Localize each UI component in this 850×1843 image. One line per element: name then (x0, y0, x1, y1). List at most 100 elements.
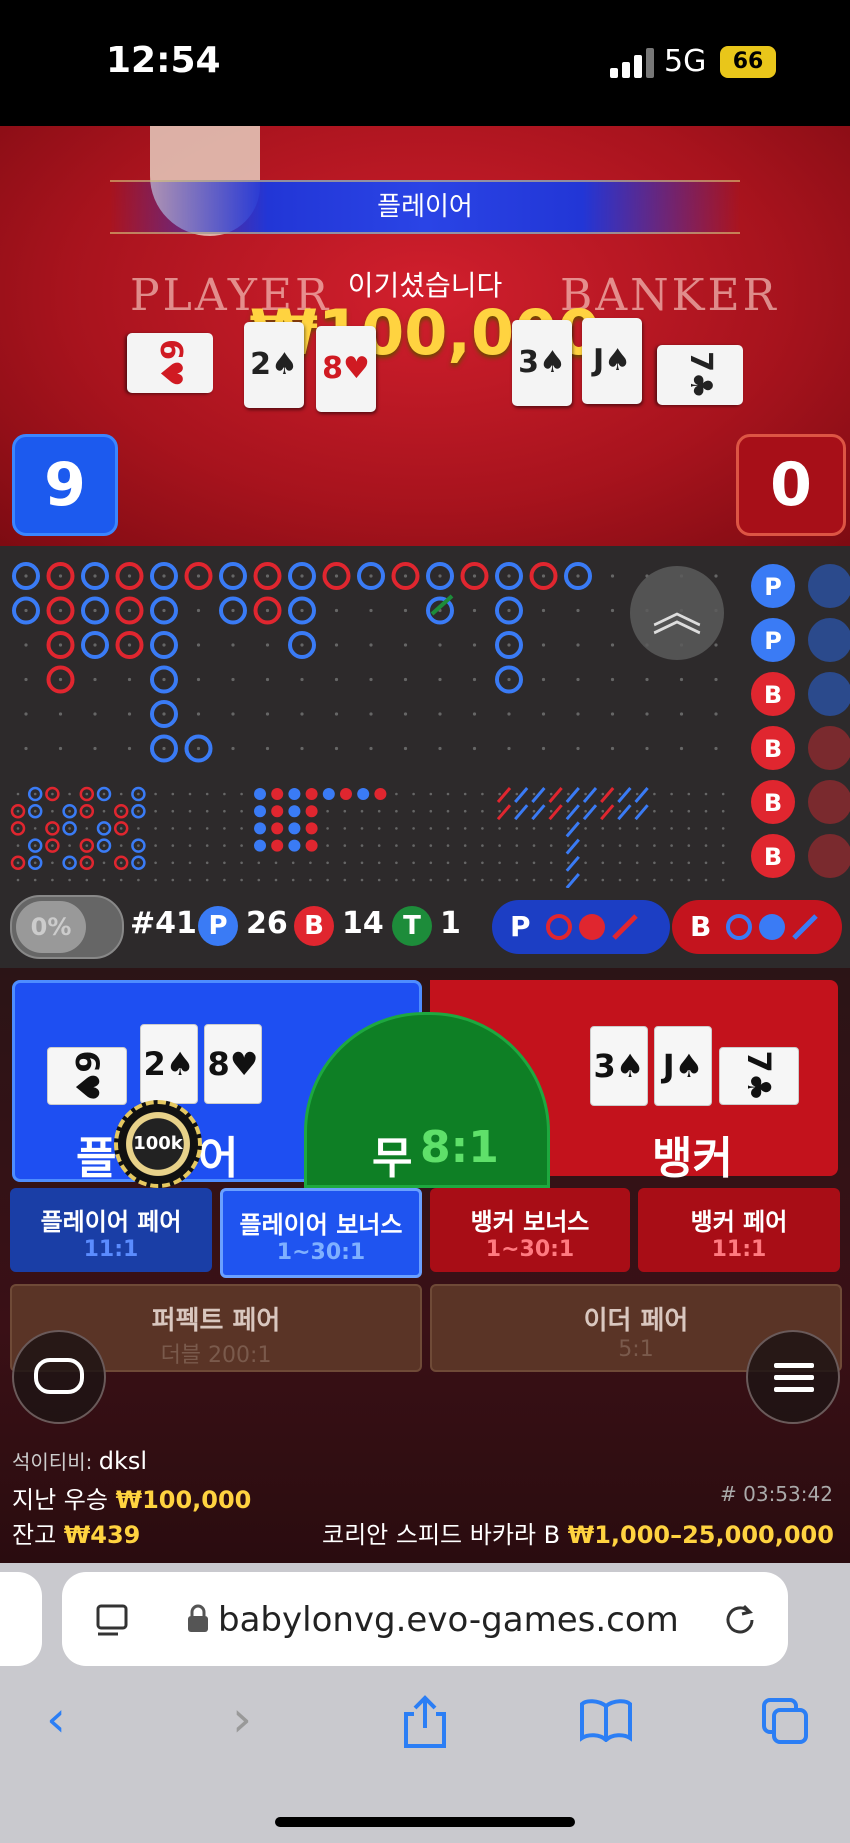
grid-dot (576, 677, 580, 682)
grid-dot (24, 643, 28, 647)
grid-dot (463, 844, 467, 847)
banker-bonus-bet[interactable]: 뱅커 보너스 1~30:1 (430, 1188, 630, 1272)
bead-circle-faded (808, 618, 850, 662)
small-road-mark (305, 822, 318, 835)
balance-amount: ₩439 (63, 1521, 141, 1549)
dealer-info: 석이티비: dksl (12, 1446, 147, 1475)
grid-dot (154, 878, 157, 882)
grid-dot (567, 792, 570, 796)
player-count: 26 (246, 906, 288, 941)
banker-pair-bet[interactable]: 뱅커 페어 11:1 (638, 1188, 840, 1272)
grid-dot (481, 792, 484, 796)
grid-dot (188, 827, 192, 830)
reader-icon[interactable] (96, 1602, 132, 1638)
grid-dot (576, 574, 580, 578)
player-pair-bet[interactable]: 플레이어 페어 11:1 (10, 1188, 212, 1272)
grid-dot (334, 608, 339, 613)
grid-dot (68, 861, 71, 865)
player-bet-label-end: 어 (198, 1133, 239, 1184)
grid-dot (102, 809, 106, 813)
grid-dot (119, 861, 123, 865)
grid-dot (653, 861, 656, 865)
grid-dot (412, 861, 415, 865)
previous-tab[interactable] (0, 1572, 42, 1666)
reload-icon[interactable] (722, 1602, 758, 1638)
grid-dot (334, 712, 339, 716)
grid-dot (369, 677, 373, 682)
grid-dot (429, 809, 433, 813)
grid-dot (300, 677, 304, 682)
grid-dot (472, 746, 477, 751)
small-road-mark (271, 822, 284, 835)
predict-banker-button[interactable]: B (672, 900, 842, 954)
share-icon[interactable] (400, 1694, 450, 1750)
grid-dot (16, 809, 20, 813)
grid-dot (446, 809, 450, 813)
collapse-roads-button[interactable]: ︽ (630, 566, 724, 660)
percent-toggle[interactable]: 0% (10, 895, 124, 959)
player-bonus-bet[interactable]: 플레이어 보너스 1~30:1 (220, 1188, 422, 1278)
grid-dot (541, 643, 546, 647)
grid-dot (610, 746, 615, 751)
dealer-name: dksl (98, 1447, 148, 1475)
tabs-icon[interactable] (760, 1696, 810, 1746)
tie-bet-label: 무 (372, 1133, 413, 1184)
table-card: 7♣ (657, 345, 743, 405)
back-icon[interactable]: ‹ (46, 1690, 66, 1748)
grid-dot (610, 643, 615, 647)
grid-dot (231, 746, 235, 751)
menu-button[interactable] (746, 1330, 840, 1424)
player-bet-label-start: 플 (76, 1133, 117, 1184)
tie-count: 1 (440, 906, 461, 941)
grid-dot (532, 861, 536, 865)
grid-dot (291, 861, 295, 865)
grid-dot (670, 878, 673, 882)
grid-dot (205, 792, 209, 796)
grid-dot (653, 792, 656, 796)
bookmarks-icon[interactable] (578, 1698, 634, 1742)
grid-dot (481, 878, 484, 882)
small-road-mark (254, 839, 266, 852)
grid-dot (576, 746, 580, 751)
player-card: 6♥ (47, 1047, 127, 1105)
grid-dot (446, 827, 450, 830)
grid-dot (515, 844, 519, 847)
grid-dot (635, 844, 639, 847)
grid-dot (240, 844, 243, 847)
grid-dot (704, 878, 708, 882)
side-bet-name: 플레이어 페어 (40, 1208, 182, 1236)
grid-dot (429, 861, 433, 865)
grid-dot (635, 827, 639, 830)
chip-100k[interactable]: 100k (114, 1100, 202, 1188)
chat-button[interactable] (12, 1330, 106, 1424)
percent-toggle-label: 0% (16, 901, 86, 953)
grid-dot (265, 643, 270, 647)
grid-dot (429, 878, 433, 882)
url-text: babylonvg.evo-games.com (218, 1600, 679, 1640)
bead-circle-faded (808, 672, 850, 716)
grid-dot (188, 878, 192, 882)
grid-dot (265, 712, 270, 716)
grid-dot (171, 792, 175, 796)
grid-dot (85, 878, 89, 882)
grid-dot (446, 792, 450, 796)
grid-dot (403, 643, 408, 647)
predict-player-button[interactable]: P (492, 900, 670, 954)
grid-dot (549, 861, 553, 865)
grid-dot (721, 861, 725, 865)
grid-dot (472, 574, 477, 578)
forward-icon[interactable]: › (232, 1690, 252, 1748)
grid-dot (102, 792, 106, 796)
predict-banker-icons (726, 914, 818, 940)
bead-road-item: B (751, 834, 795, 878)
player-card: 8♥ (204, 1024, 262, 1104)
banker-count-badge: B (294, 906, 334, 946)
grid-dot (93, 712, 97, 716)
grid-dot (102, 827, 106, 830)
grid-dot (653, 844, 656, 847)
grid-dot (162, 746, 166, 751)
grid-dot (240, 827, 243, 830)
grid-dot (137, 844, 140, 847)
grid-dot (498, 809, 501, 813)
grid-dot (463, 809, 467, 813)
